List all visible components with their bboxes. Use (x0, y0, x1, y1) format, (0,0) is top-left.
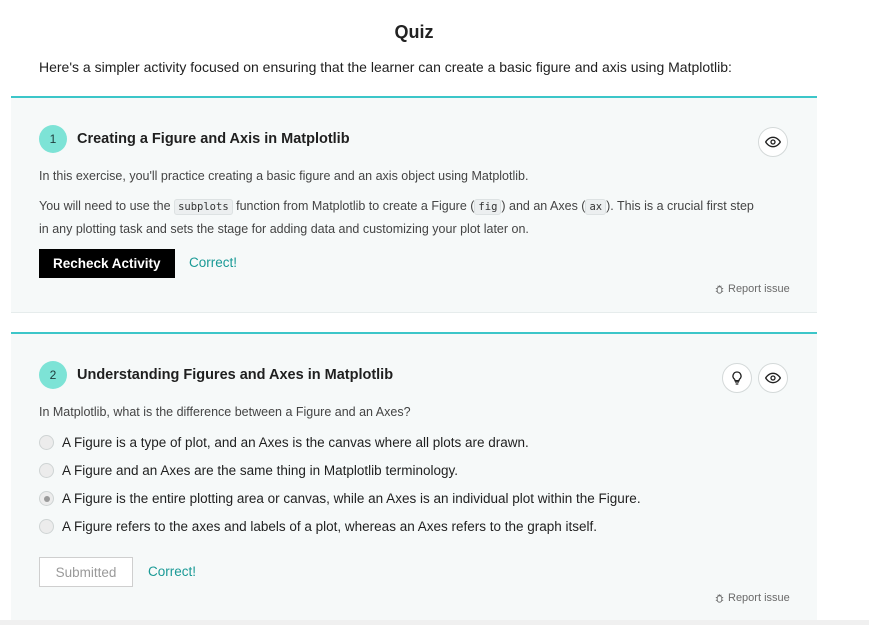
quiz-intro: Here's a simpler activity focused on ens… (39, 59, 732, 75)
recheck-activity-button[interactable]: Recheck Activity (39, 249, 175, 278)
question-instruction: You will need to use the subplots functi… (39, 199, 754, 236)
radio-button[interactable] (39, 519, 54, 534)
report-issue-link[interactable]: Report issue (714, 592, 790, 604)
question-title: Creating a Figure and Axis in Matplotlib (77, 131, 350, 147)
bug-icon (715, 284, 724, 294)
radio-button-selected[interactable] (39, 491, 54, 506)
eye-icon (765, 136, 781, 148)
code-ax: ax (585, 199, 607, 215)
answer-option-selected[interactable]: A Figure is the entire plotting area or … (39, 491, 641, 506)
answer-option[interactable]: A Figure is a type of plot, and an Axes … (39, 435, 529, 450)
lightbulb-icon (732, 371, 742, 385)
question-card-2: 2 Understanding Figures and Axes in Matp… (11, 332, 817, 620)
question-number-badge: 2 (39, 361, 67, 389)
eye-icon (765, 372, 781, 384)
question-description: In this exercise, you'll practice creati… (39, 169, 529, 183)
page-title: Quiz (394, 22, 434, 42)
answer-option[interactable]: A Figure and an Axes are the same thing … (39, 463, 458, 478)
question-card-1: 1 Creating a Figure and Axis in Matplotl… (11, 96, 817, 313)
bottom-divider (0, 620, 869, 625)
report-issue-link[interactable]: Report issue (714, 283, 790, 295)
answer-option[interactable]: A Figure refers to the axes and labels o… (39, 519, 597, 534)
reveal-answer-button[interactable] (758, 127, 788, 157)
bug-icon (715, 593, 724, 603)
question-number-badge: 1 (39, 125, 67, 153)
reveal-answer-button[interactable] (758, 363, 788, 393)
question-header-1: 1 Creating a Figure and Axis in Matplotl… (39, 125, 350, 153)
question-header-2: 2 Understanding Figures and Axes in Matp… (39, 361, 393, 389)
hint-button[interactable] (722, 363, 752, 393)
radio-button[interactable] (39, 463, 54, 478)
code-fig: fig (474, 199, 502, 215)
quiz-page: Quiz Here's a simpler activity focused o… (0, 0, 869, 625)
radio-button[interactable] (39, 435, 54, 450)
status-correct: Correct! (148, 564, 197, 579)
status-correct: Correct! (189, 255, 238, 270)
submitted-button: Submitted (39, 557, 133, 587)
question-title: Understanding Figures and Axes in Matplo… (77, 367, 394, 383)
question-prompt: In Matplotlib, what is the difference be… (39, 405, 411, 419)
code-subplots: subplots (174, 199, 233, 215)
